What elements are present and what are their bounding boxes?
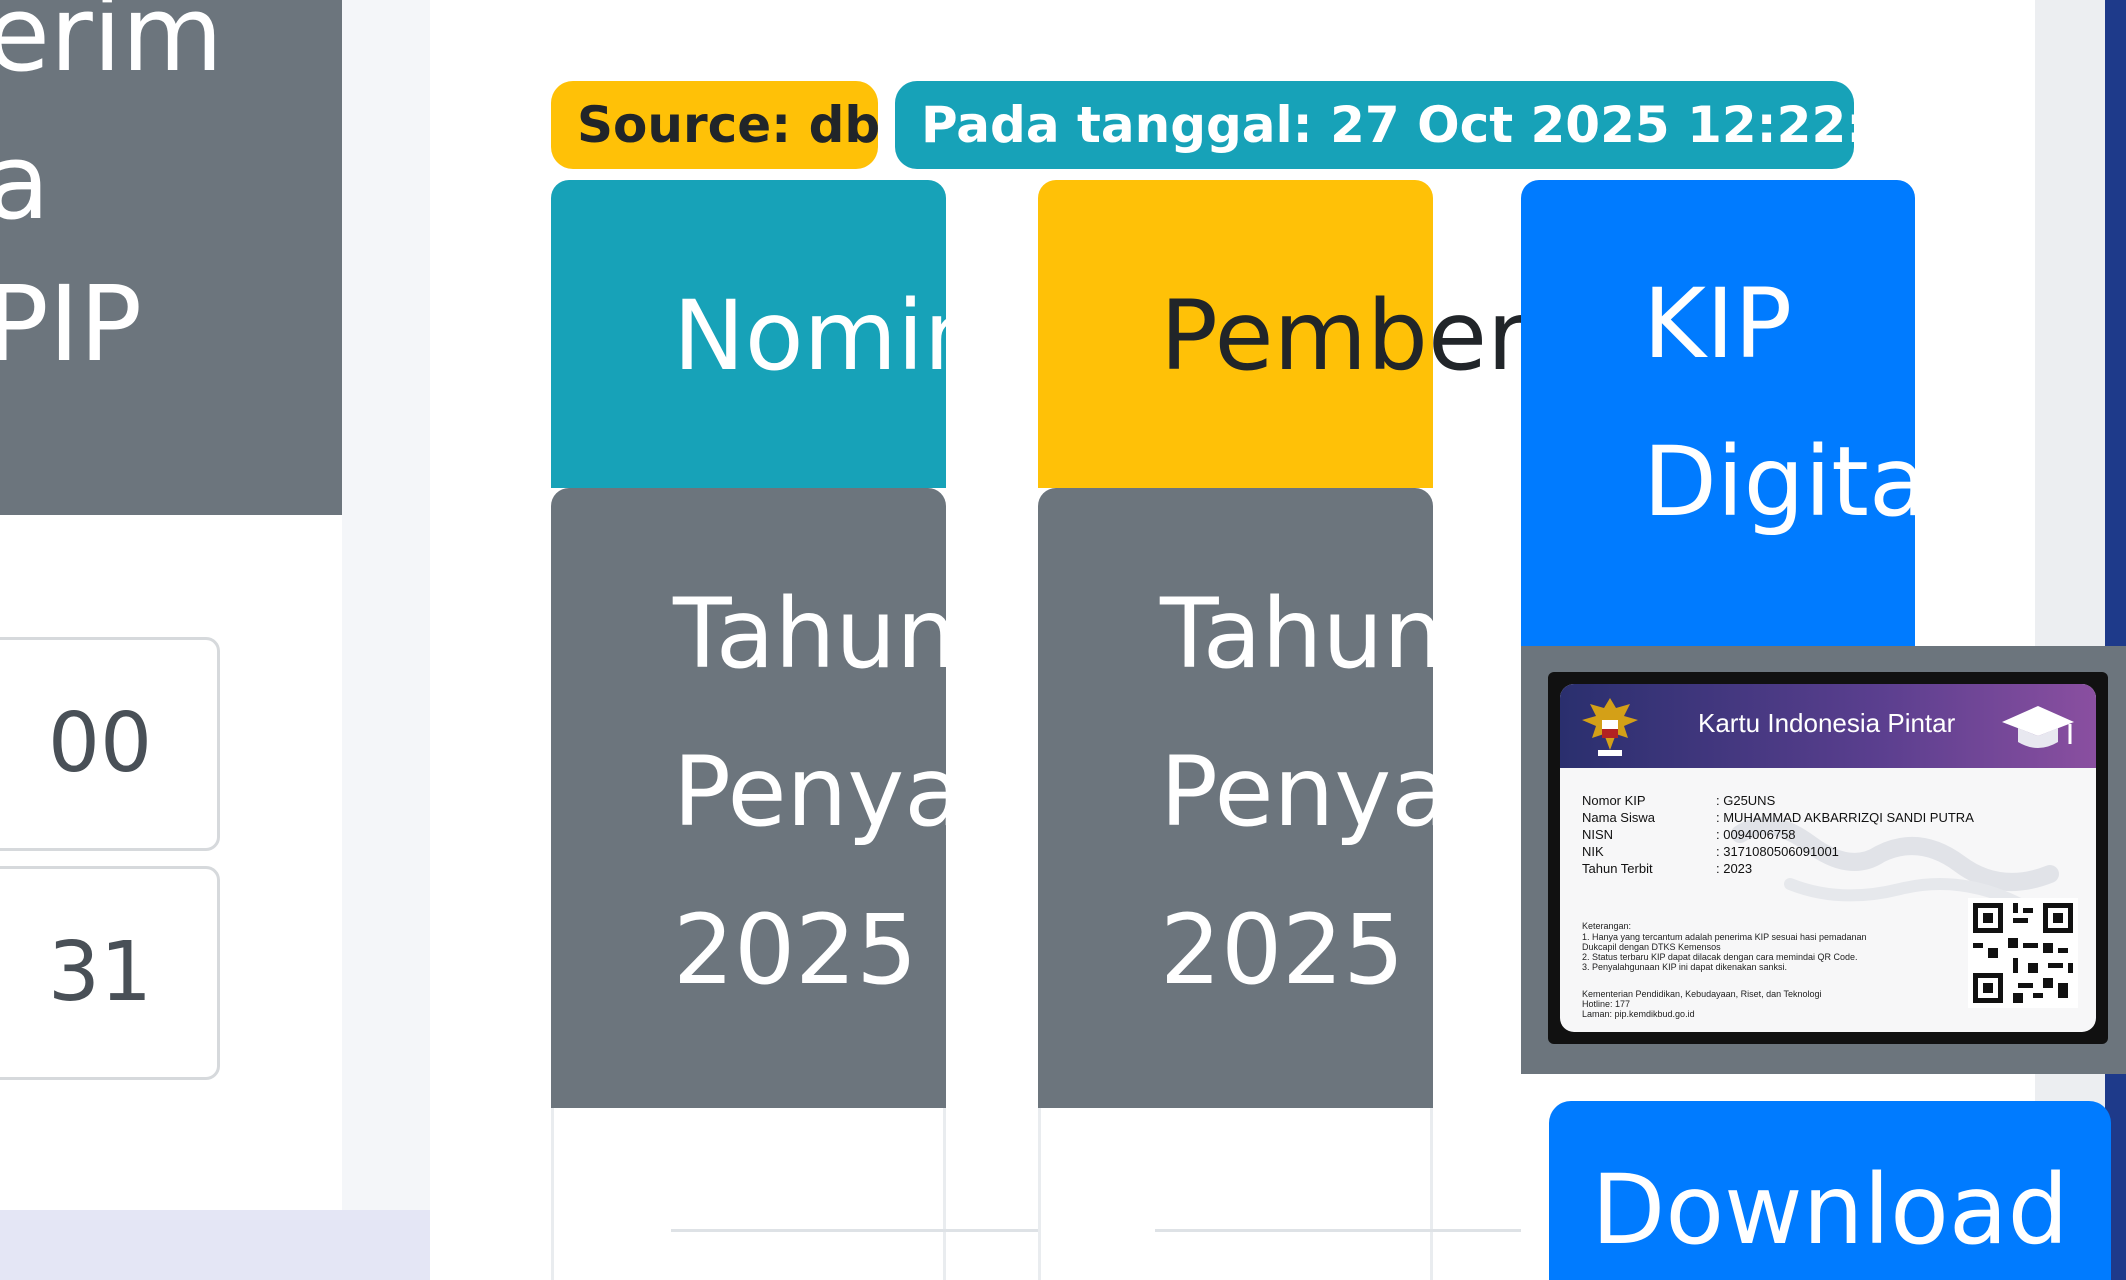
- left-panel: erim a PIP 00 31: [0, 0, 342, 1210]
- kip-field-label-4: NIK: [1582, 844, 1604, 859]
- kip-card-banner: Kartu Indonesia Pintar: [1560, 684, 2096, 768]
- kip-header-line-2: Digital: [1643, 426, 1915, 538]
- pemberian-body: Tahun Penyal 2025: [1038, 488, 1433, 1108]
- kip-field-label-1: Nomor KIP: [1582, 793, 1646, 808]
- source-badge: Source: db: [551, 81, 880, 169]
- kip-digital-header: KIP Digital: [1521, 180, 1915, 652]
- nominal-header-label: Nomin: [673, 280, 946, 392]
- kip-note-1: Keterangan:: [1582, 921, 1632, 931]
- qr-code-icon: [1968, 898, 2078, 1008]
- kip-header-line-1: KIP: [1643, 268, 1793, 380]
- right-page-edge: [2035, 0, 2105, 1280]
- pemberian-footer: [1038, 1108, 1433, 1280]
- left-header-line-3: PIP: [0, 263, 143, 385]
- kip-note-4: 2. Status terbaru KIP dapat dilacak deng…: [1582, 952, 1858, 962]
- date-badge: Pada tanggal: 27 Oct 2025 12:22:08: [895, 81, 1936, 169]
- kip-note-3: Dukcapil dengan DTKS Kemensos: [1582, 942, 1721, 952]
- kip-note-2: 1. Hanya yang tercantum adalah penerima …: [1582, 932, 1867, 942]
- bottom-left-strip: [0, 1210, 430, 1280]
- kip-field-value-1: : G25UNS: [1716, 793, 1776, 808]
- garuda-emblem-icon: [1582, 698, 1638, 756]
- kip-note-5: 3. Penyalahgunaan KIP ini dapat dikenaka…: [1582, 962, 1787, 972]
- nominal-divider: [671, 1229, 1051, 1232]
- nominal-footer: [551, 1108, 946, 1280]
- kip-field-value-5: : 2023: [1716, 861, 1753, 876]
- kip-field-value-4: : 3171080506091001: [1716, 844, 1839, 859]
- nominal-body-line-3: 2025: [673, 894, 918, 1006]
- left-header-block: erim a PIP: [0, 0, 342, 515]
- kip-field-label-5: Tahun Terbit: [1582, 861, 1653, 876]
- kip-footer-3: Laman: pip.kemdikbud.go.id: [1582, 1009, 1695, 1019]
- left-header-line-2: a: [0, 121, 50, 243]
- pemberian-body-line-1: Tahun: [1160, 578, 1433, 690]
- graduation-cap-icon: [2002, 706, 2074, 748]
- pemberian-header-label: Pemberi: [1160, 280, 1554, 392]
- nominal-body: Tahun Penyal 2025: [551, 488, 946, 1108]
- kip-field-value-2: : MUHAMMAD AKBARRIZQI SANDI PUTRA: [1716, 810, 1974, 825]
- kip-footer-2: Hotline: 177: [1582, 999, 1631, 1009]
- kip-field-label-2: Nama Siswa: [1582, 810, 1655, 825]
- download-button[interactable]: Download: [1549, 1101, 2111, 1280]
- number-field-1[interactable]: 00: [0, 637, 220, 851]
- nominal-header: Nomin: [551, 180, 946, 488]
- nominal-body-line-1: Tahun: [673, 578, 946, 690]
- left-header-line-1: erim: [0, 0, 223, 95]
- nominal-body-line-2: Penyal: [673, 736, 946, 848]
- right-blue-border: [2105, 0, 2126, 1280]
- pemberian-header: Pemberi: [1038, 180, 1553, 488]
- kip-footer-1: Kementerian Pendidikan, Kebudayaan, Rise…: [1582, 989, 1822, 999]
- kip-card-title: Kartu Indonesia Pintar: [1698, 708, 1956, 738]
- kip-card-image[interactable]: Kartu Indonesia Pintar Nomor KIP : G25UN…: [1560, 684, 2096, 1032]
- pemberian-divider: [1155, 1229, 1521, 1232]
- pemberian-body-line-2: Penyal: [1160, 736, 1433, 848]
- kip-field-label-3: NISN: [1582, 827, 1614, 842]
- pemberian-body-line-3: 2025: [1160, 894, 1405, 1006]
- kip-field-value-3: : 0094006758: [1716, 827, 1796, 842]
- number-field-2[interactable]: 31: [0, 866, 220, 1080]
